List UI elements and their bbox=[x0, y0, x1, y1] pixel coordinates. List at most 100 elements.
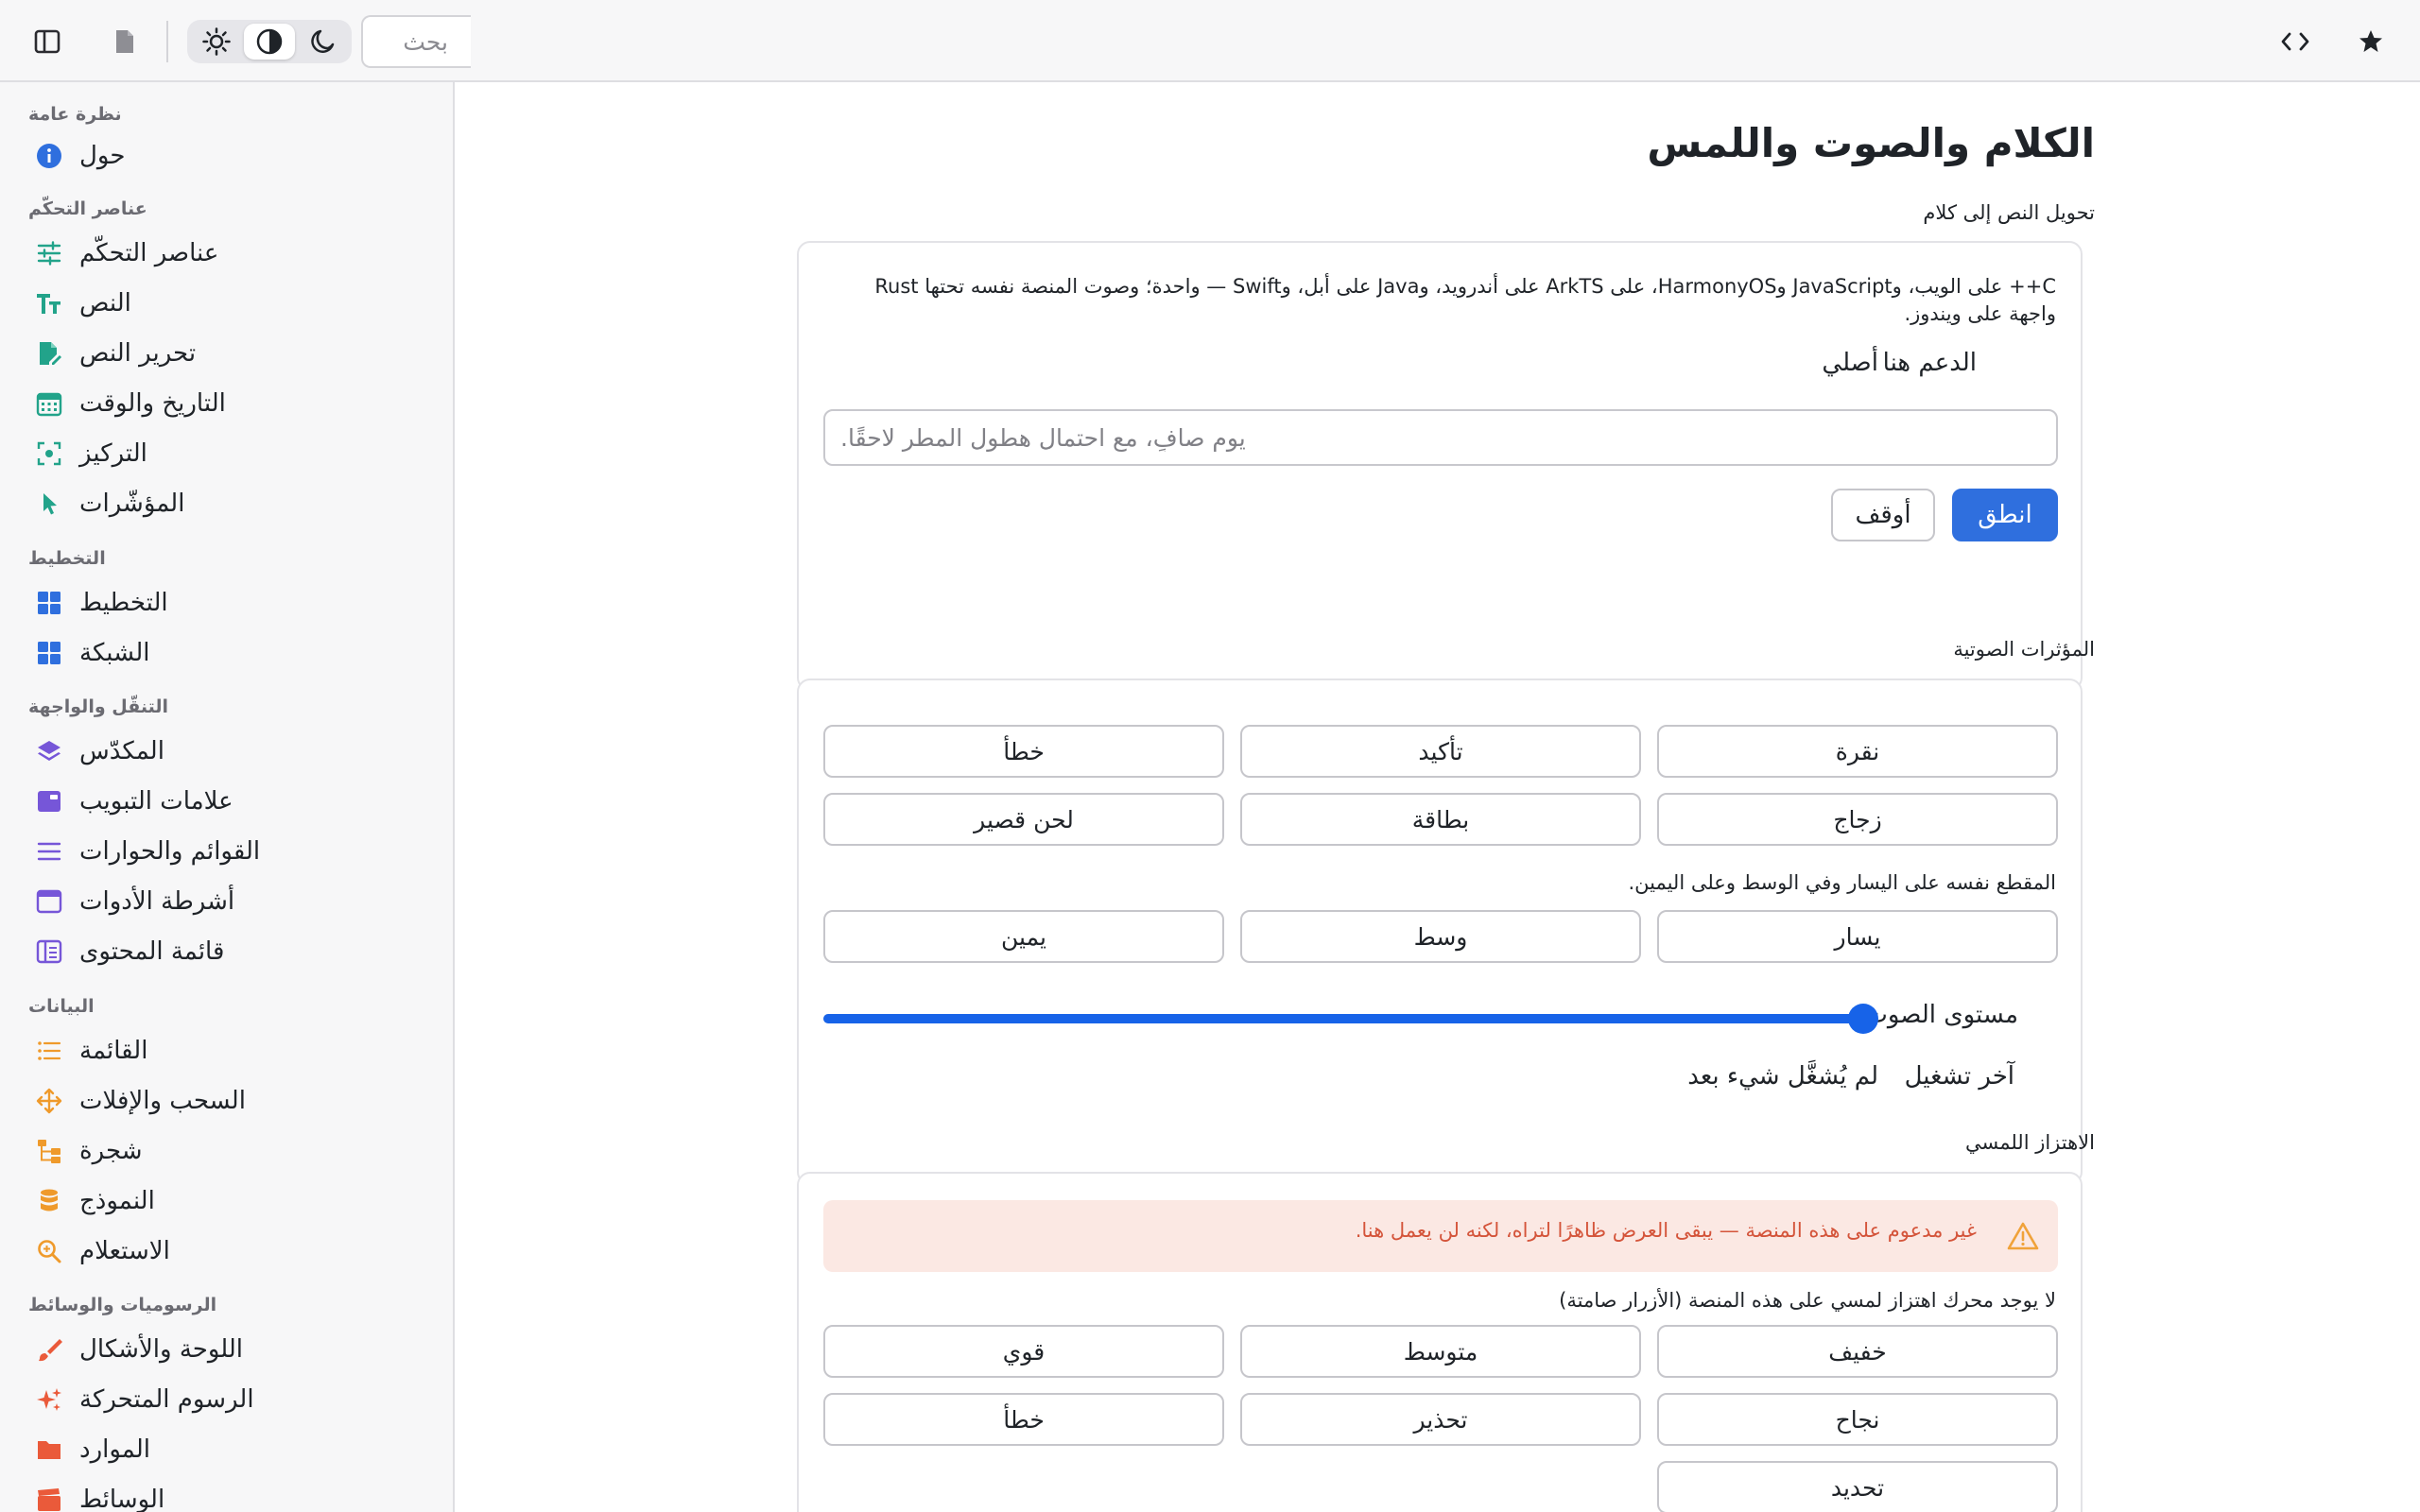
sidebar-item-list[interactable]: القائمة bbox=[28, 1028, 435, 1074]
search-field[interactable] bbox=[361, 15, 471, 68]
warning-text: غير مدعوم على هذه المنصة — يبقى العرض ظا… bbox=[1355, 1219, 1977, 1242]
pan-left-button[interactable]: يسار bbox=[1657, 910, 2058, 963]
sfx-error-button[interactable]: خطأ bbox=[823, 725, 1224, 778]
sidebar-item-text-editing[interactable]: تحرير النص bbox=[28, 331, 435, 376]
theme-light-button[interactable] bbox=[191, 24, 242, 60]
sidebar-section-title: نظرة عامة bbox=[28, 104, 122, 125]
theme-contrast-button[interactable] bbox=[244, 24, 295, 60]
theme-dark-button[interactable] bbox=[297, 24, 348, 60]
sidebar-item-toolbars[interactable]: أشرطة الأدوات bbox=[28, 879, 435, 924]
sidebar-item-pointers[interactable]: المؤشّرات bbox=[28, 481, 435, 526]
sidebar-item-label: المكدّس bbox=[79, 737, 164, 765]
favorite-button[interactable] bbox=[2352, 23, 2390, 60]
sidebar-item-label: التخطيط bbox=[79, 589, 168, 617]
sfx-card-button[interactable]: بطاقة bbox=[1240, 793, 1641, 846]
sidebar-section-title: التخطيط bbox=[28, 548, 106, 569]
sidebar-item-label: المؤشّرات bbox=[79, 490, 185, 518]
sidebar-item-drag-drop[interactable]: السحب والإفلات bbox=[28, 1078, 435, 1124]
pan-right-button[interactable]: يمين bbox=[823, 910, 1224, 963]
sfx-glass-button[interactable]: زجاج bbox=[1657, 793, 2058, 846]
sidebar-item-animations[interactable]: الرسوم المتحركة bbox=[28, 1377, 435, 1422]
sidebar-item-label: عناصر التحكّم bbox=[79, 239, 219, 267]
sidebar-item-controls[interactable]: عناصر التحكّم bbox=[28, 231, 435, 276]
tts-description: ‏C++‏ على الويب، و‏JavaScript‏ و‏Harmony… bbox=[874, 275, 2056, 325]
toolbar-icon bbox=[36, 889, 62, 914]
text-icon bbox=[37, 294, 60, 314]
volume-label: مستوى الصوت bbox=[1864, 1001, 2018, 1029]
main-content: الكلام والصوت واللمس تحويل النص إلى كلام… bbox=[457, 82, 2420, 1512]
stop-button[interactable]: أوقف bbox=[1831, 489, 1935, 541]
database-icon bbox=[41, 1189, 58, 1211]
sidebar-item-tree[interactable]: شجرة bbox=[28, 1128, 435, 1174]
list-icon bbox=[38, 1041, 61, 1060]
sidebar-item-focus[interactable]: التركيز bbox=[28, 431, 435, 476]
sfx-card: نقرة تأكيد خطأ زجاج بطاقة لحن قصير المقط… bbox=[797, 679, 2083, 1185]
volume-slider[interactable] bbox=[823, 1002, 1878, 1036]
sidebar-item-label: قائمة المحتوى bbox=[79, 937, 225, 966]
search-input[interactable] bbox=[363, 17, 471, 66]
tabs-icon bbox=[38, 791, 60, 812]
sidebar-item-tabs[interactable]: علامات التبويب bbox=[28, 779, 435, 824]
sidebar-item-menus-dialogs[interactable]: القوائم والحوارات bbox=[28, 829, 435, 874]
sfx-click-button[interactable]: نقرة bbox=[1657, 725, 2058, 778]
speak-button[interactable]: انطق bbox=[1952, 489, 2058, 541]
haptic-error-button[interactable]: خطأ bbox=[823, 1393, 1224, 1446]
sun-icon bbox=[202, 27, 231, 56]
sidebar-item-about[interactable]: حول bbox=[28, 133, 435, 179]
haptics-note: لا يوجد محرك اهتزاز لمسي على هذه المنصة … bbox=[1559, 1289, 2056, 1312]
sidebar-toggle-button[interactable] bbox=[28, 23, 66, 60]
sidebar-item-content-list[interactable]: قائمة المحتوى bbox=[28, 929, 435, 974]
folder-icon bbox=[38, 1441, 60, 1459]
sidebar-item-resources[interactable]: الموارد bbox=[28, 1427, 435, 1472]
code-button[interactable] bbox=[2276, 23, 2314, 60]
sidebar-item-stack[interactable]: المكدّس bbox=[28, 729, 435, 774]
pan-center-button[interactable]: وسط bbox=[1240, 910, 1641, 963]
haptic-light-button[interactable]: خفيف bbox=[1657, 1325, 2058, 1378]
haptics-group-label: الاهتزاز اللمسي bbox=[1964, 1131, 2095, 1154]
tts-group-label: تحويل النص إلى كلام bbox=[1923, 201, 2095, 224]
sidebar-section-title: عناصر التحكّم bbox=[28, 198, 147, 219]
haptic-success-button[interactable]: نجاح bbox=[1657, 1393, 2058, 1446]
stack-icon bbox=[38, 741, 60, 761]
sidebar-item-text[interactable]: النص bbox=[28, 281, 435, 326]
info-icon bbox=[37, 144, 61, 168]
sidebar-item-query[interactable]: الاستعلام bbox=[28, 1228, 435, 1274]
support-label: الدعم هنا bbox=[1882, 349, 1977, 377]
sidebar-item-label: النص bbox=[79, 289, 131, 318]
focus-icon bbox=[37, 441, 61, 466]
sidebar-item-canvas-shapes[interactable]: اللوحة والأشكال bbox=[28, 1327, 435, 1372]
document-button[interactable] bbox=[106, 23, 144, 60]
clapper-icon bbox=[38, 1488, 60, 1511]
sidebar-section-title: البيانات bbox=[28, 996, 95, 1017]
sidebar-item-date-time[interactable]: التاريخ والوقت bbox=[28, 381, 435, 426]
sidebar: نظرة عامة حول عناصر التحكّم عناصر التحكّ… bbox=[0, 82, 455, 1512]
volume-slider-thumb[interactable] bbox=[1848, 1004, 1878, 1034]
sidebar-item-grid[interactable]: الشبكة bbox=[28, 630, 435, 676]
haptic-warning-button[interactable]: تحذير bbox=[1240, 1393, 1641, 1446]
sidebar-item-label: القائمة bbox=[79, 1037, 148, 1065]
sidebar-item-media[interactable]: الوسائط bbox=[28, 1477, 435, 1512]
code-icon bbox=[2281, 32, 2309, 51]
sidebar-item-label: الشبكة bbox=[79, 639, 150, 667]
haptic-medium-button[interactable]: متوسط bbox=[1240, 1325, 1641, 1378]
contrast-icon bbox=[256, 28, 283, 55]
layout-icon bbox=[38, 592, 60, 614]
tts-text-input[interactable] bbox=[825, 411, 2056, 464]
haptic-heavy-button[interactable]: قوي bbox=[823, 1325, 1224, 1378]
haptic-selection-button[interactable]: تحديد bbox=[1657, 1461, 2058, 1512]
support-value: أصلي bbox=[1822, 349, 1878, 377]
sidebar-item-model[interactable]: النموذج bbox=[28, 1178, 435, 1224]
sparkle-icon bbox=[37, 1388, 61, 1411]
sfx-group-label: المؤثرات الصوتية bbox=[1953, 638, 2095, 661]
calendar-icon bbox=[36, 392, 62, 417]
pointer-icon bbox=[43, 493, 57, 515]
last-played-label: آخر تشغيل bbox=[1904, 1062, 2014, 1091]
sidebar-item-label: الرسوم المتحركة bbox=[79, 1385, 254, 1414]
toolbar-divider bbox=[166, 21, 168, 62]
unsupported-warning: غير مدعوم على هذه المنصة — يبقى العرض ظا… bbox=[823, 1200, 2058, 1272]
sidebar-item-layout[interactable]: التخطيط bbox=[28, 580, 435, 626]
sfx-confirm-button[interactable]: تأكيد bbox=[1240, 725, 1641, 778]
sfx-jingle-button[interactable]: لحن قصير bbox=[823, 793, 1224, 846]
tts-text-field[interactable] bbox=[823, 409, 2058, 466]
move-icon bbox=[36, 1088, 62, 1114]
